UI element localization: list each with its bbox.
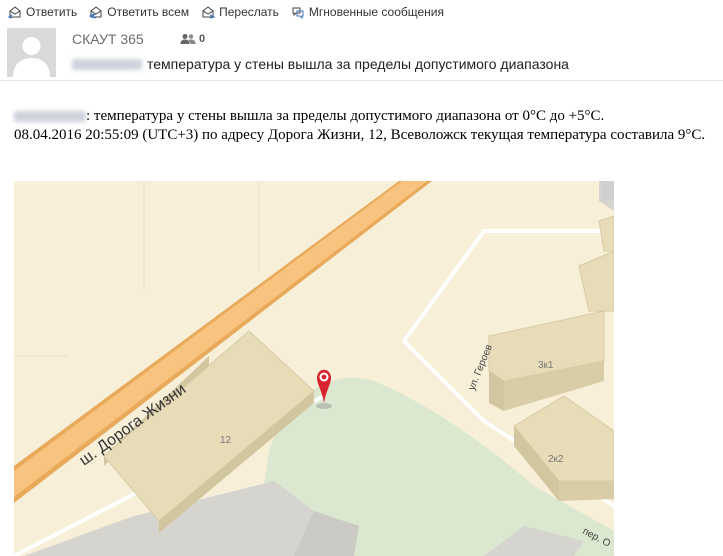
people-count: 0 xyxy=(199,33,206,45)
body-line-1: : температура у стены вышла за пределы д… xyxy=(86,108,605,124)
reply-label: Ответить xyxy=(26,5,78,19)
people-icon xyxy=(180,34,196,44)
body-line-2: 08.04.2016 20:55:09 (UTC+3) по адресу До… xyxy=(14,126,706,143)
message-toolbar: Ответить Ответить всем Переслать Мгновен… xyxy=(0,0,723,24)
reply-button[interactable]: Ответить xyxy=(8,5,77,19)
sender-name[interactable]: СКАУТ 365 xyxy=(72,31,144,47)
forward-button[interactable]: Переслать xyxy=(201,5,279,19)
message-body: : температура у стены вышла за пределы д… xyxy=(14,107,720,144)
avatar xyxy=(7,28,56,77)
subject-text: температура у стены вышла за пределы доп… xyxy=(147,56,569,72)
chat-icon xyxy=(292,7,304,19)
building-1-label: 12 xyxy=(220,435,232,446)
building-3-label: 2к2 xyxy=(548,454,564,465)
people-indicator[interactable]: 0 xyxy=(180,33,205,45)
instant-messages-label: Мгновенные сообщения xyxy=(308,5,444,19)
redacted-object-name xyxy=(14,111,86,123)
reply-icon xyxy=(8,6,21,19)
redacted-object-name xyxy=(72,58,142,70)
subject-line: температура у стены вышла за пределы доп… xyxy=(72,56,569,72)
person-silhouette-icon xyxy=(7,28,56,77)
reply-all-button[interactable]: Ответить всем xyxy=(89,5,189,19)
forward-icon xyxy=(202,6,216,19)
forward-label: Переслать xyxy=(219,5,279,19)
instant-messages-button[interactable]: Мгновенные сообщения xyxy=(291,5,444,19)
message-header: СКАУТ 365 0 температура у стены вышла за… xyxy=(0,24,723,81)
map-image: ш. Дорога Жизни ул. Героев пер. О 12 3к1… xyxy=(14,181,614,556)
building-2-label: 3к1 xyxy=(538,360,554,371)
reply-all-label: Ответить всем xyxy=(107,5,190,19)
reply-all-icon xyxy=(89,6,102,19)
